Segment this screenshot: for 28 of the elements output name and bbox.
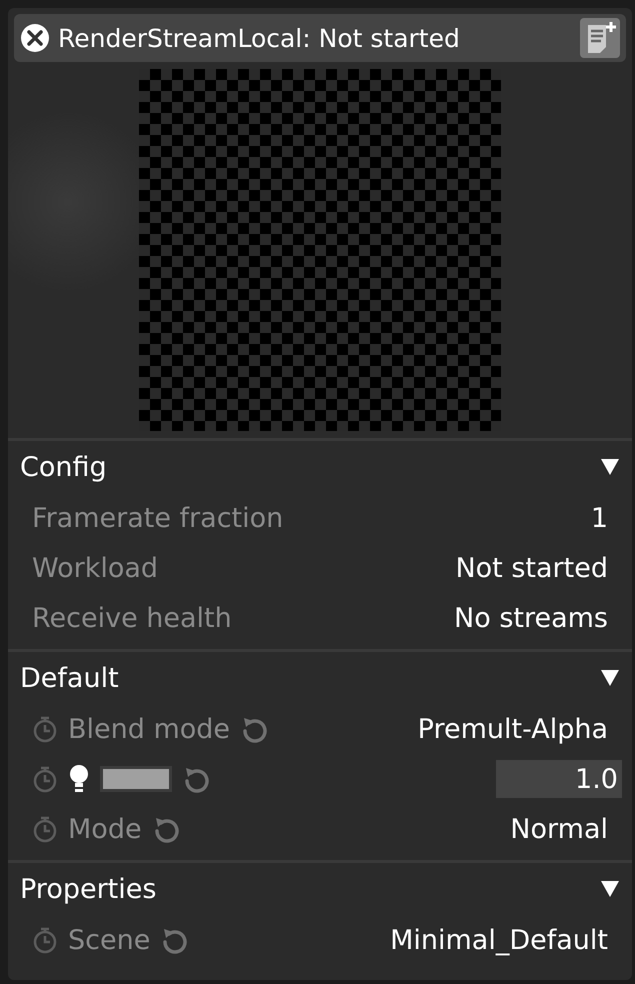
section-header[interactable]: Properties <box>8 863 632 915</box>
property-label: Workload <box>32 552 158 584</box>
property-value[interactable]: Minimal_Default <box>390 924 608 956</box>
section-header[interactable]: Default <box>8 652 632 704</box>
collapse-triangle-icon[interactable] <box>600 880 620 898</box>
property-value: Not started <box>455 552 608 584</box>
property-label: Receive health <box>32 602 232 634</box>
property-value[interactable]: Premult-Alpha <box>418 714 608 744</box>
stopwatch-icon[interactable] <box>32 765 58 793</box>
stopwatch-icon[interactable] <box>32 926 58 954</box>
property-label: Blend mode <box>68 714 230 744</box>
lightbulb-icon <box>68 763 90 795</box>
property-value[interactable]: Normal <box>510 814 608 844</box>
property-label: Scene <box>68 924 150 956</box>
property-value: No streams <box>454 602 608 634</box>
close-icon[interactable] <box>20 23 50 53</box>
window-title: RenderStreamLocal: Not started <box>58 24 461 52</box>
collapse-triangle-icon[interactable] <box>600 669 620 687</box>
property-label: Mode <box>68 814 142 844</box>
stopwatch-icon[interactable] <box>32 715 58 743</box>
colour-swatch[interactable] <box>100 766 172 792</box>
stopwatch-icon[interactable] <box>32 815 58 843</box>
notes-icon[interactable] <box>580 18 620 58</box>
property-label: Framerate fraction <box>32 502 284 534</box>
number-field[interactable]: 1.0 <box>496 760 622 798</box>
section-header[interactable]: Config <box>8 441 632 493</box>
collapse-triangle-icon[interactable] <box>600 458 620 476</box>
property-value: 1 <box>590 502 608 534</box>
